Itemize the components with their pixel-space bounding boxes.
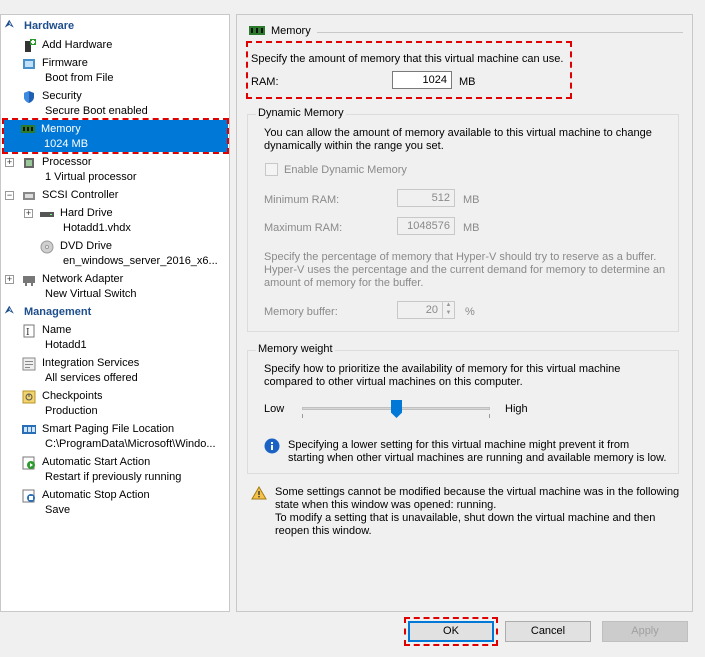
slider-tick <box>302 414 303 418</box>
scsi-controller-icon <box>22 189 36 203</box>
expand-hard-drive-icon[interactable]: + <box>24 209 33 218</box>
ram-highlight-box <box>246 41 572 99</box>
warning-icon <box>251 486 267 503</box>
settings-warning-text: Some settings cannot be modified because… <box>275 486 680 537</box>
cancel-button[interactable]: Cancel <box>505 621 591 642</box>
dynamic-memory-group: Dynamic Memory You can allow the amount … <box>247 107 679 332</box>
memory-weight-desc: Specify how to prioritize the availabili… <box>264 363 621 388</box>
name-text-icon: I <box>22 324 36 338</box>
minimum-ram-input[interactable]: 512 <box>397 189 455 207</box>
network-adapter-icon <box>22 273 36 287</box>
memory-highlight-box <box>2 118 229 154</box>
info-icon <box>264 438 280 457</box>
enable-dynamic-memory-checkbox[interactable] <box>265 163 278 176</box>
memory-buffer-label: Memory buffer: <box>264 306 338 318</box>
ok-highlight-box <box>404 617 498 646</box>
maximum-ram-label: Maximum RAM: <box>264 222 343 234</box>
automatic-start-icon <box>22 456 36 470</box>
weight-info-text: Specifying a lower setting for this virt… <box>288 439 667 464</box>
management-section-header[interactable]: ⮙ Management <box>2 305 228 320</box>
slider-thumb[interactable] <box>391 400 402 418</box>
processor-icon <box>22 156 36 170</box>
slider-tick <box>489 414 490 418</box>
memory-weight-group: Memory weight Specify how to prioritize … <box>247 343 679 474</box>
hard-drive-icon <box>40 207 54 221</box>
memory-buffer-spinner[interactable]: ▲ ▼ <box>442 301 454 319</box>
enable-dynamic-memory-label: Enable Dynamic Memory <box>284 164 407 176</box>
weight-low-label: Low <box>264 403 285 415</box>
dynamic-memory-desc: You can allow the amount of memory avail… <box>264 127 652 152</box>
svg-text:I: I <box>26 328 30 338</box>
integration-services-icon <box>22 357 36 371</box>
maximum-ram-unit: MB <box>463 222 480 234</box>
automatic-stop-icon <box>22 489 36 503</box>
memory-buffer-desc: Specify the percentage of memory that Hy… <box>264 251 666 289</box>
maximum-ram-input[interactable]: 1048576 <box>397 217 455 235</box>
weight-high-label: High <box>505 403 528 415</box>
header-divider <box>317 32 683 33</box>
expand-network-adapter-icon[interactable]: + <box>5 275 14 284</box>
memory-header-icon <box>249 25 265 39</box>
minimum-ram-unit: MB <box>463 194 480 206</box>
smart-paging-icon <box>22 423 36 437</box>
dvd-disc-icon <box>40 240 54 254</box>
memory-settings-panel: Memory Specify the amount of memory that… <box>236 14 693 612</box>
apply-button[interactable]: Apply <box>602 621 688 642</box>
memory-weight-title: Memory weight <box>256 343 335 355</box>
firmware-icon <box>22 57 36 71</box>
collapse-scsi-icon[interactable]: − <box>5 191 14 200</box>
collapse-chevron-icon[interactable]: ⮙ <box>5 19 14 30</box>
minimum-ram-label: Minimum RAM: <box>264 194 340 206</box>
collapse-chevron-icon[interactable]: ⮙ <box>5 305 14 316</box>
add-hardware-icon <box>22 39 36 53</box>
shield-icon <box>22 90 36 104</box>
expand-processor-icon[interactable]: + <box>5 158 14 167</box>
hardware-section-header[interactable]: ⮙ Hardware <box>2 19 228 34</box>
memory-buffer-unit: % <box>465 306 475 318</box>
hardware-tree[interactable]: ⮙ Hardware Add Hardware Firmware Boot fr… <box>0 14 230 612</box>
memory-weight-slider[interactable] <box>302 395 490 423</box>
memory-header-title: Memory <box>271 25 311 37</box>
dynamic-memory-title: Dynamic Memory <box>256 107 346 119</box>
checkpoint-icon <box>22 390 36 404</box>
